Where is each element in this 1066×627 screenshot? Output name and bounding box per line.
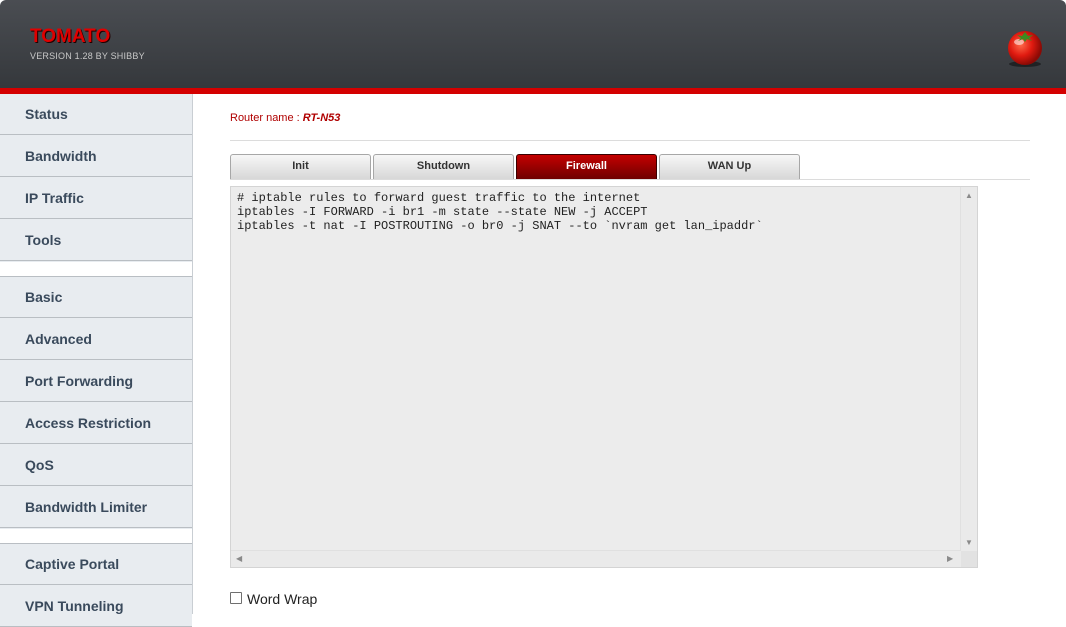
sidebar-group-separator [0,262,192,277]
scroll-right-icon[interactable]: ▶ [947,555,953,563]
sidebar-item-bandwidth-limiter[interactable]: Bandwidth Limiter [0,487,192,528]
sidebar-item-access-restriction[interactable]: Access Restriction [0,403,192,444]
tab-firewall[interactable]: Firewall [516,154,657,179]
header: TOMATO VERSION 1.28 BY SHIBBY [0,0,1066,88]
sidebar-item-ip-traffic[interactable]: IP Traffic [0,178,192,219]
sidebar-item-port-forwarding[interactable]: Port Forwarding [0,361,192,402]
script-editor[interactable]: # iptable rules to forward guest traffic… [230,186,978,568]
script-textarea[interactable]: # iptable rules to forward guest traffic… [237,191,957,551]
app-title: TOMATO [30,26,111,47]
scroll-left-icon[interactable]: ◀ [236,555,242,563]
router-name: Router name : RT-N53 [230,112,340,124]
sidebar-item-captive-portal[interactable]: Captive Portal [0,544,192,585]
app-version: VERSION 1.28 BY SHIBBY [30,51,145,61]
sidebar-item-tools[interactable]: Tools [0,220,192,261]
word-wrap-label[interactable]: Word Wrap [247,591,317,607]
sidebar-item-status[interactable]: Status [0,94,192,135]
tab-shutdown[interactable]: Shutdown [373,154,514,179]
router-name-label: Router name : [230,112,300,124]
sidebar-item-qos[interactable]: QoS [0,445,192,486]
sidebar-item-vpn-tunneling[interactable]: VPN Tunneling [0,586,192,627]
sidebar-item-basic[interactable]: Basic [0,277,192,318]
horizontal-scrollbar[interactable]: ◀ ▶ [231,550,961,567]
word-wrap-checkbox[interactable] [230,592,242,604]
vertical-scrollbar[interactable]: ▲ ▼ [960,187,977,551]
router-name-value: RT-N53 [302,112,341,124]
tomato-icon [1008,31,1042,67]
tab-wan-up[interactable]: WAN Up [659,154,800,179]
sidebar: Status Bandwidth IP Traffic Tools Basic … [0,94,193,627]
scroll-up-icon[interactable]: ▲ [965,192,973,200]
scroll-down-icon[interactable]: ▼ [965,539,973,547]
sidebar-item-bandwidth[interactable]: Bandwidth [0,136,192,177]
sidebar-item-advanced[interactable]: Advanced [0,319,192,360]
divider [230,140,1030,141]
tab-init[interactable]: Init [230,154,371,179]
sidebar-group-separator [0,529,192,544]
tab-baseline [230,179,1030,180]
scrollbar-corner [961,551,977,567]
